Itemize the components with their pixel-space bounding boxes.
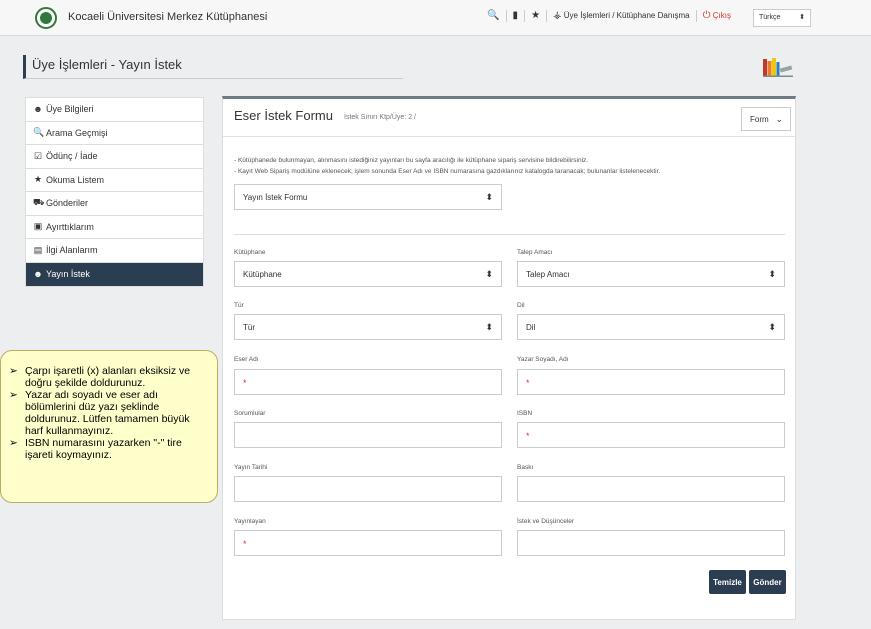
logout-link[interactable]: ⏻ Çıkış: [703, 11, 731, 21]
user-icon: ☻: [33, 269, 43, 280]
clear-button[interactable]: Temizle: [709, 570, 746, 594]
panel-header: Eser İstek Formu İstek Sınırı Ktp/Üye: 2…: [223, 99, 795, 137]
page-title: Üye İşlemleri - Yayın İstek: [23, 55, 403, 79]
sort-icon: ⬍: [799, 14, 805, 21]
key-icon: ⚶: [553, 10, 562, 21]
language-select[interactable]: Dil ⬍: [517, 314, 785, 340]
language-label: Dil: [517, 302, 525, 309]
divider: [234, 234, 785, 235]
request-limit: İstek Sınırı Ktp/Üye: 2 /: [344, 114, 416, 121]
responsible-input[interactable]: [234, 422, 502, 448]
arrow-bullet-icon: ➢: [9, 389, 18, 401]
sort-icon: ⬍: [768, 269, 776, 279]
title-label: Eser Adı: [234, 356, 259, 363]
pubdate-label: Yayın Tarihi: [234, 464, 268, 471]
required-mark: *: [243, 378, 247, 388]
calendar-check-icon: ☑: [33, 150, 43, 161]
form-mode-select[interactable]: Form ⌄: [741, 107, 791, 131]
books-icon: [763, 58, 793, 77]
sort-icon: ⬍: [768, 322, 776, 332]
required-mark: *: [526, 378, 530, 388]
member-ops-link[interactable]: ⚶ Üye İşlemleri / Kütüphane Danışma: [553, 11, 690, 21]
edition-input[interactable]: [517, 476, 785, 502]
author-label: Yazar Soyadı, Adı: [517, 356, 569, 363]
required-mark: *: [243, 539, 247, 549]
author-input[interactable]: *: [517, 369, 785, 395]
instructions-callout: ➢ Çarpı işaretli (x) alanları eksiksiz ve…: [0, 350, 218, 503]
comments-input[interactable]: [517, 530, 785, 556]
language-selector[interactable]: Türkçe ⬍: [753, 9, 811, 27]
library-label: Kütüphane: [234, 249, 266, 256]
sidebar-item-deliveries[interactable]: ⛟ Gönderiler: [26, 192, 203, 216]
sidebar-item-interests[interactable]: ▤ İlgi Alanlarım: [26, 239, 203, 263]
form-type-select[interactable]: Yayın İstek Formu ⬍: [234, 184, 502, 210]
trash-icon[interactable]: ▮: [513, 11, 519, 21]
sort-icon: ⬍: [485, 192, 493, 202]
comments-label: İstek ve Düşünceler: [517, 518, 575, 525]
star-icon: ★: [33, 174, 43, 185]
pubdate-input[interactable]: [234, 476, 502, 502]
sort-icon: ⬍: [485, 322, 493, 332]
inbox-icon: ▣: [33, 221, 43, 232]
site-title[interactable]: Kocaeli Üniversitesi Merkez Kütüphanesi: [68, 11, 267, 23]
publisher-label: Yayınlayan: [234, 518, 266, 525]
star-icon[interactable]: ★: [531, 11, 540, 21]
type-label: Tür: [234, 302, 244, 309]
university-logo[interactable]: [35, 7, 57, 29]
top-nav: 🔍 ▮ ★ ⚶ Üye İşlemleri / Kütüphane Danışm…: [487, 10, 731, 22]
user-icon: ☻: [33, 104, 43, 115]
submit-button[interactable]: Gönder: [749, 570, 786, 594]
purpose-select[interactable]: Talep Amacı ⬍: [517, 261, 785, 287]
top-bar: Kocaeli Üniversitesi Merkez Kütüphanesi …: [0, 0, 871, 36]
edition-label: Baskı: [517, 464, 534, 471]
sidebar-menu: ☻ Üye Bilgileri 🔍 Arama Geçmişi ☑ Ödünç / İ…: [25, 97, 204, 287]
search-icon: 🔍: [33, 127, 45, 138]
isbn-label: ISBN: [517, 410, 533, 417]
arrow-bullet-icon: ➢: [9, 365, 18, 377]
required-mark: *: [526, 431, 530, 441]
form-title: Eser İstek Formu: [234, 108, 333, 123]
list-icon: ▤: [33, 244, 43, 255]
power-icon: ⏻: [702, 10, 711, 21]
responsible-label: Sorumlular: [234, 410, 266, 417]
sidebar-item-search-history[interactable]: 🔍 Arama Geçmişi: [26, 122, 203, 145]
title-input[interactable]: *: [234, 369, 502, 395]
publisher-input[interactable]: *: [234, 530, 502, 556]
purpose-label: Talep Amacı: [517, 249, 553, 256]
request-form-panel: Eser İstek Formu İstek Sınırı Ktp/Üye: 2…: [222, 96, 796, 620]
list-item: ➢ Çarpı işaretli (x) alanları eksiksiz ve…: [9, 365, 191, 389]
form-info: - Kütüphanede bulunmayan, alınmasını ist…: [234, 157, 661, 175]
sidebar-item-member-info[interactable]: ☻ Üye Bilgileri: [26, 98, 203, 122]
chevron-down-icon: ⌄: [775, 114, 783, 124]
sidebar-item-loans[interactable]: ☑ Ödünç / İade: [26, 145, 203, 169]
sidebar-item-publication-request[interactable]: ☻ Yayın İstek: [26, 262, 203, 286]
truck-icon: ⛟: [33, 197, 45, 208]
isbn-input[interactable]: *: [517, 422, 785, 448]
library-select[interactable]: Kütüphane ⬍: [234, 261, 502, 287]
search-icon[interactable]: 🔍: [487, 11, 499, 21]
sidebar-item-reading-list[interactable]: ★ Okuma Listem: [26, 169, 203, 192]
list-item: ➢ Yazar adı soyadı ve eser adı bölümlerin…: [9, 389, 190, 437]
sidebar-item-reservations[interactable]: ▣ Ayırttıklarım: [26, 216, 203, 239]
arrow-bullet-icon: ➢: [9, 437, 18, 449]
list-item: ➢ ISBN numarasını yazarken "-" tire işar…: [9, 437, 182, 461]
type-select[interactable]: Tür ⬍: [234, 314, 502, 340]
sort-icon: ⬍: [485, 269, 493, 279]
